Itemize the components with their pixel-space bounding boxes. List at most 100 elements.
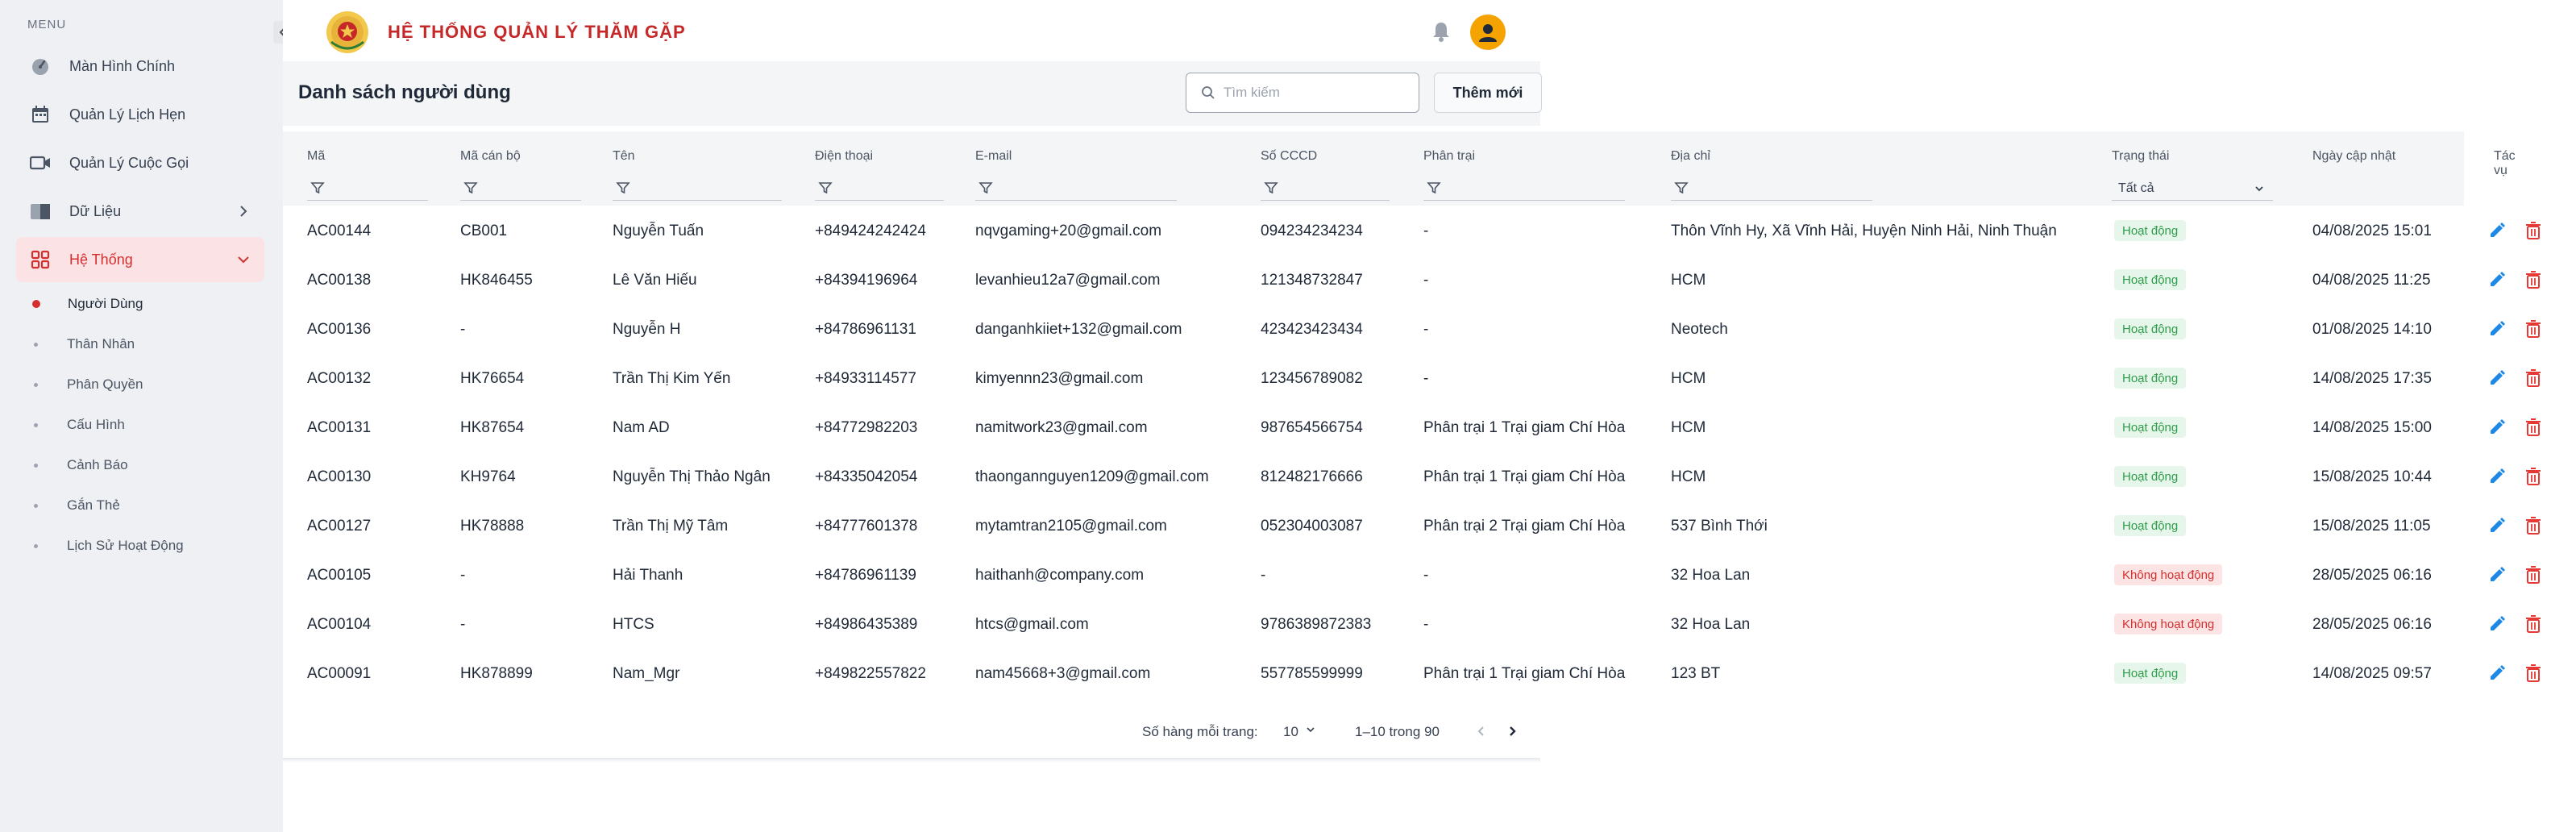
- delete-icon[interactable]: [2524, 319, 2543, 339]
- sidebar-item-label: Dữ Liệu: [69, 202, 122, 219]
- cell-officer-code: HK76654: [460, 370, 525, 387]
- delete-icon[interactable]: [2524, 270, 2543, 289]
- sidebar-item-system[interactable]: Hệ Thống: [16, 237, 264, 282]
- cell-phone: +84772982203: [815, 419, 918, 436]
- avatar[interactable]: [1470, 15, 1506, 50]
- cell-name: Nam_Mgr: [613, 665, 680, 682]
- cell-camp: -: [1423, 272, 1429, 289]
- cell-email: haithanh@company.com: [975, 567, 1145, 584]
- column-header-phone[interactable]: Điện thoại: [815, 149, 873, 164]
- sidebar-item-dashboard[interactable]: Màn Hình Chính: [16, 44, 264, 89]
- edit-icon[interactable]: [2487, 614, 2507, 634]
- table-row[interactable]: AC00105 - Hải Thanh +84786961139 haithanh@co…: [283, 551, 2576, 600]
- cell-name: Nguyễn Thị Thảo Ngân: [613, 468, 771, 485]
- cell-name: Nguyễn Tuấn: [613, 223, 704, 239]
- sidebar-subitem-users[interactable]: Người Dùng: [32, 290, 143, 318]
- filter-status-select[interactable]: Tất cả: [2112, 177, 2273, 201]
- sidebar-item-calls[interactable]: Quản Lý Cuộc Gọi: [16, 140, 264, 185]
- edit-icon[interactable]: [2487, 270, 2507, 289]
- chevron-down-icon[interactable]: [1305, 724, 1316, 735]
- table-row[interactable]: AC00132 HK76654 Trần Thị Kim Yến +849331145…: [283, 354, 2576, 403]
- table-row[interactable]: AC00131 HK87654 Nam AD +84772982203 namitwor…: [283, 403, 2576, 452]
- edit-icon[interactable]: [2487, 565, 2507, 584]
- edit-icon[interactable]: [2487, 467, 2507, 486]
- cell-officer-code: HK846455: [460, 272, 533, 289]
- delete-icon[interactable]: [2524, 368, 2543, 388]
- filter-officer-code[interactable]: [460, 177, 581, 201]
- sidebar-subitem-label: Cảnh Báo: [67, 457, 128, 472]
- cell-code: AC00127: [307, 518, 372, 535]
- cell-code: AC00105: [307, 567, 372, 584]
- prev-page-icon[interactable]: [1471, 721, 1492, 742]
- edit-icon[interactable]: [2487, 516, 2507, 535]
- bell-icon[interactable]: [1429, 19, 1453, 44]
- filter-phone[interactable]: [815, 177, 944, 201]
- gauge-icon: [29, 55, 52, 77]
- column-header-id-number[interactable]: Số CCCD: [1261, 149, 1317, 164]
- sidebar-item-data[interactable]: Dữ Liệu: [16, 189, 264, 234]
- delete-icon[interactable]: [2524, 221, 2543, 240]
- delete-icon[interactable]: [2524, 664, 2543, 683]
- chevron-right-icon: [240, 206, 247, 217]
- sidebar-subitem-permissions[interactable]: Phân Quyền: [34, 371, 143, 398]
- column-header-camp[interactable]: Phân trại: [1423, 149, 1475, 164]
- column-header-code[interactable]: Mã: [307, 149, 325, 164]
- sidebar-item-appointments[interactable]: Quản Lý Lịch Hẹn: [16, 92, 264, 137]
- filter-camp[interactable]: [1423, 177, 1625, 201]
- table-row[interactable]: AC00136 - Nguyễn H +84786961131 danganhkiiet…: [283, 305, 2576, 354]
- sidebar-subitem-alerts[interactable]: Cảnh Báo: [34, 451, 128, 479]
- table-row[interactable]: AC00104 - HTCS +84986435389 htcs@gmail.com 97…: [283, 600, 2576, 649]
- filter-name[interactable]: [613, 177, 782, 201]
- edit-icon[interactable]: [2487, 221, 2507, 240]
- sidebar-subitem-activity-log[interactable]: Lịch Sử Hoạt Động: [34, 532, 184, 560]
- grid-icon: [29, 248, 52, 271]
- search-input[interactable]: [1224, 85, 1401, 101]
- delete-icon[interactable]: [2524, 614, 2543, 634]
- delete-icon[interactable]: [2524, 418, 2543, 437]
- search-box[interactable]: [1186, 73, 1419, 113]
- edit-icon[interactable]: [2487, 319, 2507, 339]
- table-row[interactable]: AC00127 HK78888 Trần Thị Mỹ Tâm +8477760137…: [283, 501, 2576, 551]
- pagination: Số hàng mỗi trang: 10 1–10 trong 90: [283, 716, 1540, 748]
- cell-code: AC00131: [307, 419, 372, 436]
- sidebar-subitem-config[interactable]: Cấu Hình: [34, 411, 125, 439]
- table-row[interactable]: AC00138 HK846455 Lê Văn Hiếu +84394196964 le…: [283, 256, 2576, 305]
- cell-updated: 28/05/2025 06:16: [2312, 567, 2432, 584]
- sidebar-subitem-relatives[interactable]: Thân Nhân: [34, 331, 135, 358]
- table-row[interactable]: AC00091 HK878899 Nam_Mgr +849822557822 nam45…: [283, 649, 2576, 698]
- delete-icon[interactable]: [2524, 565, 2543, 584]
- next-page-icon[interactable]: [1502, 721, 1523, 742]
- cell-address: 123 BT: [1671, 665, 1721, 682]
- status-badge: Hoạt động: [2114, 417, 2187, 438]
- edit-icon[interactable]: [2487, 418, 2507, 437]
- bullet-dot: [34, 463, 38, 468]
- cell-name: Lê Văn Hiếu: [613, 272, 697, 289]
- delete-icon[interactable]: [2524, 467, 2543, 486]
- cell-camp: -: [1423, 321, 1429, 338]
- cell-camp: Phân trại 1 Trại giam Chí Hòa: [1423, 665, 1626, 682]
- status-badge: Hoạt động: [2114, 368, 2187, 389]
- column-header-name[interactable]: Tên: [613, 149, 635, 164]
- rows-per-page-select[interactable]: 10: [1283, 724, 1298, 740]
- edit-icon[interactable]: [2487, 368, 2507, 388]
- filter-email[interactable]: [975, 177, 1177, 201]
- cell-email: nqvgaming+20@gmail.com: [975, 223, 1162, 239]
- column-header-officer-code[interactable]: Mã cán bộ: [460, 149, 521, 164]
- delete-icon[interactable]: [2524, 516, 2543, 535]
- status-badge: Hoạt động: [2114, 466, 2187, 487]
- add-new-button[interactable]: Thêm mới: [1434, 73, 1542, 113]
- table-row[interactable]: AC00144 CB001 Nguyễn Tuấn +849424242424 nqvg…: [283, 206, 2576, 256]
- column-header-email[interactable]: E-mail: [975, 149, 1012, 164]
- filter-id-number[interactable]: [1261, 177, 1390, 201]
- filter-address[interactable]: [1671, 177, 1872, 201]
- column-header-status[interactable]: Trạng thái: [2112, 149, 2169, 164]
- cell-id-number: 987654566754: [1261, 419, 1363, 436]
- cell-updated: 01/08/2025 14:10: [2312, 321, 2432, 338]
- cell-name: Trần Thị Kim Yến: [613, 370, 731, 387]
- sidebar-subitem-tags[interactable]: Gắn Thẻ: [34, 492, 120, 519]
- column-header-updated[interactable]: Ngày cập nhật: [2312, 149, 2395, 164]
- filter-code[interactable]: [307, 177, 428, 201]
- table-row[interactable]: AC00130 KH9764 Nguyễn Thị Thảo Ngân +843350…: [283, 452, 2576, 501]
- edit-icon[interactable]: [2487, 664, 2507, 683]
- column-header-address[interactable]: Địa chỉ: [1671, 149, 1710, 164]
